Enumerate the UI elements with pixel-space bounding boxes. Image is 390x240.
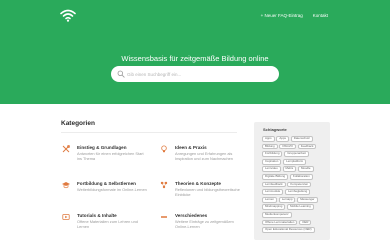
category-title[interactable]: Verschiedenes bbox=[175, 213, 207, 218]
tag[interactable]: Mebis bbox=[282, 166, 297, 173]
category-title[interactable]: Fortbildung & Selbstlernen bbox=[77, 181, 136, 186]
tag-cloud: Apps Apps Datenschutz Bildung DSGVO Feed… bbox=[262, 136, 326, 233]
tag[interactable]: OER bbox=[299, 219, 312, 226]
lightbulb-icon bbox=[161, 145, 167, 153]
top-navigation: + Neuer FAQ-Eintrag Kontakt bbox=[261, 13, 328, 18]
tools-icon bbox=[62, 145, 70, 153]
misc-icon bbox=[161, 216, 167, 218]
category-title[interactable]: Tutorials & Inhalte bbox=[77, 213, 117, 218]
tag[interactable]: Mindmapping bbox=[262, 204, 286, 211]
tag[interactable]: Bildung bbox=[262, 143, 278, 150]
tag[interactable]: Inspiration bbox=[262, 158, 282, 165]
search-icon bbox=[117, 70, 125, 78]
tag[interactable]: Feedback bbox=[297, 143, 317, 150]
tag[interactable]: Apps bbox=[276, 136, 289, 142]
tag[interactable]: Lernapp bbox=[278, 196, 296, 203]
category-title[interactable]: Theorien & Konzepte bbox=[175, 181, 221, 186]
tag[interactable]: Messenger bbox=[297, 196, 318, 203]
category-description: Antworten für einen erfolgreichen Start … bbox=[77, 151, 144, 162]
tags-heading: Schlagworte bbox=[263, 127, 287, 132]
tag[interactable]: Lernbegleitung bbox=[285, 189, 311, 195]
category-description: Offene Materialien zum Lehren und Lernen bbox=[77, 219, 138, 230]
tag[interactable]: Lernmodule bbox=[262, 189, 284, 195]
tag[interactable]: Open Educational Resources (OER) bbox=[262, 227, 315, 233]
tag[interactable]: Kompetenzen bbox=[287, 181, 312, 188]
tag[interactable]: Digitale Bildung bbox=[262, 173, 289, 180]
tag[interactable]: Lernfeedback bbox=[262, 181, 286, 188]
tag[interactable]: Offene Lernmaterialien bbox=[262, 219, 298, 226]
tag[interactable]: Lernvideo bbox=[262, 166, 281, 173]
category-description: Weiterbildungsformate im Online-Lernen bbox=[77, 187, 147, 192]
graduation-icon bbox=[62, 182, 70, 189]
tag[interactable]: Kollaboration bbox=[289, 173, 313, 180]
nav-new-faq-link[interactable]: + Neuer FAQ-Eintrag bbox=[261, 13, 303, 18]
tag[interactable]: Apps bbox=[262, 136, 275, 142]
category-title[interactable]: Ideen & Praxis bbox=[175, 145, 207, 150]
tag[interactable]: Datenschutz bbox=[290, 136, 313, 142]
tag[interactable]: Medienkompetenz bbox=[262, 211, 292, 218]
tag[interactable]: Lernen bbox=[262, 196, 278, 203]
search-input[interactable] bbox=[127, 69, 272, 79]
tag[interactable]: Moodle bbox=[298, 166, 314, 173]
wifi-icon[interactable] bbox=[60, 9, 76, 22]
tutorial-icon bbox=[62, 214, 70, 220]
page-title: Wissensbasis für zeitgemäße Bildung onli… bbox=[121, 54, 269, 63]
category-description: Anregungen und Erfahrungen als Inspirati… bbox=[175, 151, 233, 162]
tag[interactable]: Mobile Learning bbox=[287, 204, 314, 211]
category-title[interactable]: Einstieg & Grundlagen bbox=[77, 145, 127, 150]
tag[interactable]: Lernplattform bbox=[283, 158, 307, 165]
categories-heading: Kategorien bbox=[61, 120, 95, 127]
category-description: Weitere Einträge zu zeitgemäßem Online-L… bbox=[175, 219, 234, 230]
tag[interactable]: Gruppenarbeit bbox=[284, 151, 309, 157]
concept-icon bbox=[160, 181, 168, 189]
search-bar[interactable] bbox=[111, 66, 279, 82]
nav-contact-link[interactable]: Kontakt bbox=[313, 13, 328, 18]
category-description: Reflexionen und bildungstheoretische Ein… bbox=[175, 187, 240, 198]
tag[interactable]: Fortbildung bbox=[262, 151, 283, 157]
hero-banner: + Neuer FAQ-Eintrag Kontakt Wissensbasis… bbox=[0, 0, 390, 104]
section-divider bbox=[61, 132, 237, 133]
tag[interactable]: DSGVO bbox=[279, 143, 296, 150]
